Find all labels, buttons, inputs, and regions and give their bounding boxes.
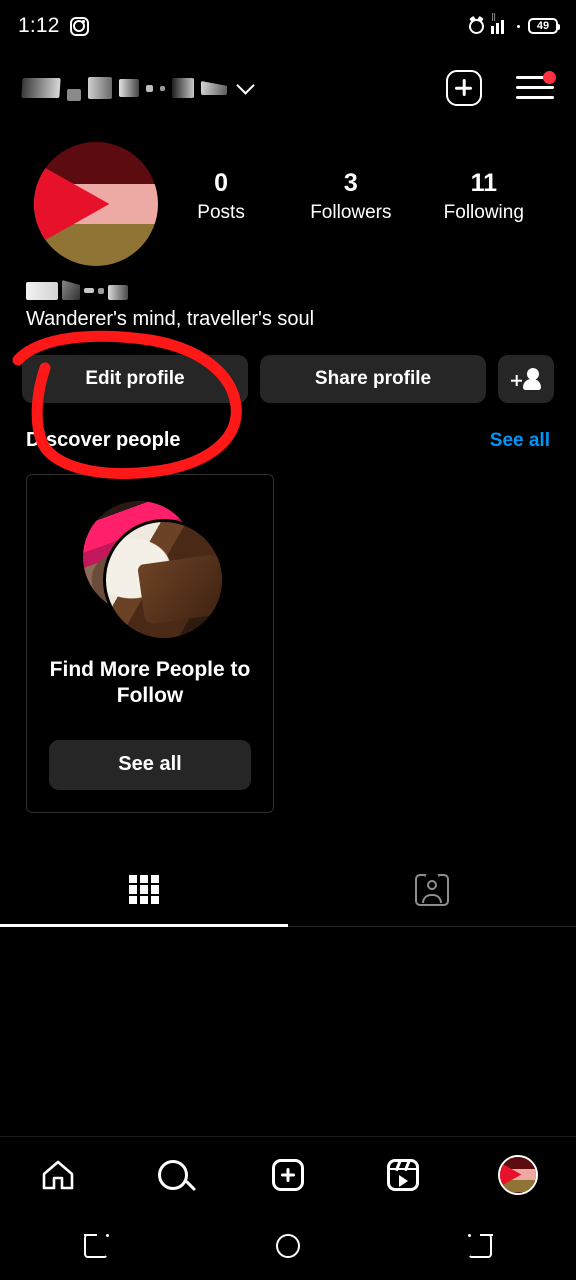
grid-icon [129,874,159,905]
stat-following[interactable]: 11 Following [444,168,524,228]
profile-summary: 0 Posts 3 Followers 11 Following [0,124,576,266]
app-header-actions [446,70,556,106]
nav-reels[interactable] [373,1151,433,1199]
discover-people-header: Discover people See all [0,403,576,452]
app-header [0,52,576,124]
back-icon [467,1233,493,1258]
signal-bars-icon: ⣿ [491,14,509,34]
active-tab-underline [0,924,288,927]
reels-icon [387,1158,420,1191]
nav-search[interactable] [143,1151,203,1199]
signal-label: ⣿ [491,14,496,21]
instagram-icon [69,16,89,36]
plus-square-icon[interactable] [446,70,482,106]
discover-card-title: Find More People to Follow [49,658,251,708]
stat-posts[interactable]: 0 Posts [184,168,258,228]
status-bar-right: ⣿ 49 [469,14,560,34]
share-profile-button[interactable]: Share profile [260,355,486,403]
display-name-redacted [26,278,550,300]
suggested-user-avatar-front [103,519,225,641]
hamburger-menu-icon[interactable] [516,71,556,101]
profile-content-tabs [0,853,576,927]
avatar-icon [498,1154,539,1195]
grid-tab[interactable] [0,853,288,927]
username-switcher[interactable] [21,75,255,101]
search-icon [157,1159,188,1190]
profile-bio-text: Wanderer's mind, traveller's soul [26,308,315,330]
status-separator-dot [517,24,520,28]
instagram-profile-screen: 1:12 ⣿ 49 0 Posts 3 Followers 11 Followi… [0,0,576,1280]
android-recents-button[interactable] [68,1226,124,1266]
nav-home[interactable] [28,1151,88,1199]
profile-avatar[interactable] [34,142,158,266]
android-home-button[interactable] [260,1226,316,1266]
stat-posts-value: 0 [214,169,229,197]
profile-action-buttons: Edit profile Share profile [0,333,576,403]
status-bar: 1:12 ⣿ 49 [0,0,576,52]
battery-level: 49 [536,19,550,32]
profile-stats: 0 Posts 3 Followers 11 Following [158,142,550,228]
discover-people-card[interactable]: Find More People to Follow See all [26,474,274,813]
stat-posts-label: Posts [197,202,245,224]
discover-see-all-link[interactable]: See all [490,430,550,452]
suggested-avatars [75,501,225,641]
nav-profile[interactable] [488,1151,548,1199]
stat-following-value: 11 [470,169,497,197]
bottom-navigation-bar [0,1136,576,1212]
stat-followers[interactable]: 3 Followers [310,168,391,228]
android-back-button[interactable] [452,1226,508,1266]
stat-followers-label: Followers [310,202,392,224]
battery-indicator: 49 [528,18,560,34]
tagged-tab[interactable] [288,853,576,927]
tagged-icon [415,873,449,906]
nav-create[interactable] [258,1151,318,1199]
recents-icon [83,1233,109,1258]
discover-card-see-all-button[interactable]: See all [49,739,251,790]
plus-square-icon [271,1158,304,1191]
discover-people-title: Discover people [26,429,181,451]
menu-notification-badge [543,71,556,84]
stat-followers-value: 3 [343,169,358,197]
username-redacted [21,75,227,101]
status-bar-clock: 1:12 [18,14,60,37]
home-icon [40,1159,76,1191]
person-add-icon [511,368,541,390]
profile-bio-section: Wanderer's mind, traveller's soul [0,266,576,333]
stat-following-label: Following [443,202,524,224]
android-navigation-bar [0,1212,576,1280]
edit-profile-button[interactable]: Edit profile [22,355,248,403]
home-circle-icon [276,1234,300,1258]
alarm-clock-icon [469,18,484,34]
chevron-down-icon[interactable] [236,76,255,95]
status-bar-left: 1:12 [18,14,89,38]
discover-people-button[interactable] [498,355,554,403]
